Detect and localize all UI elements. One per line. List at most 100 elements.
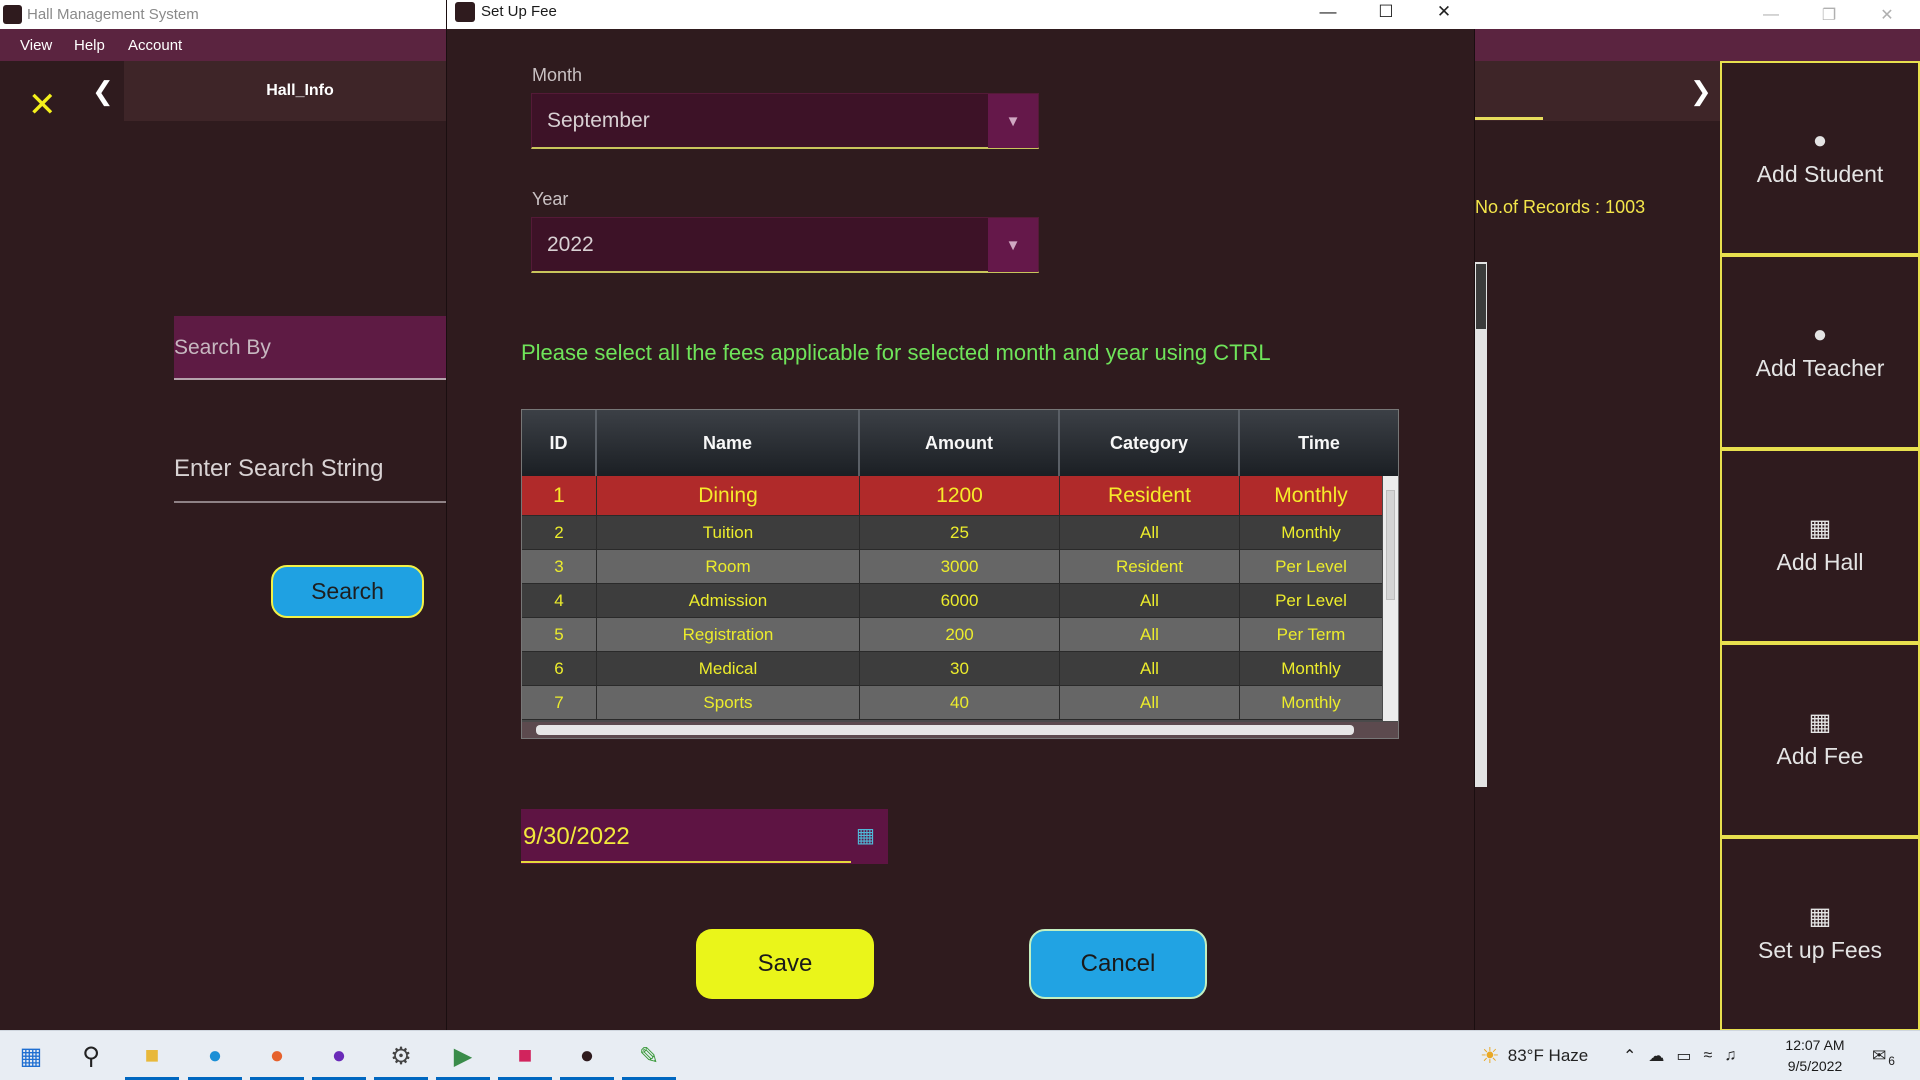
notification-count: 6 [1888,1054,1895,1068]
settings-icon[interactable]: ⚙ [384,1039,418,1073]
table-icon: ▦ [1808,902,1832,930]
notification-center[interactable]: ✉ 6 [1872,1031,1895,1080]
search-input[interactable]: Enter Search String [174,455,446,503]
weather-widget[interactable]: ☀ 83°F Haze [1480,1031,1588,1080]
cell-amount: 1200 [860,476,1060,515]
cell-id: 5 [522,618,597,651]
column-header-name[interactable]: Name [597,410,860,476]
battery-icon[interactable]: ▭ [1676,1046,1691,1066]
save-button[interactable]: Save [696,929,874,999]
table-horizontal-scrollbar[interactable] [522,722,1398,738]
menu-help[interactable]: Help [74,37,105,54]
table-row[interactable]: 5 Registration 200 All Per Term [522,618,1382,652]
maximize-icon[interactable]: ☐ [1357,0,1415,24]
column-header-category[interactable]: Category [1060,410,1240,476]
table-icon: ▦ [1808,514,1832,542]
save-button-label: Save [757,950,813,977]
table-row[interactable]: 1 Dining 1200 Resident Monthly [522,476,1382,516]
volume-icon[interactable]: ♫ [1724,1047,1736,1065]
table-row[interactable]: 6 Medical 30 All Monthly [522,652,1382,686]
cell-name: Dining [597,476,860,515]
hall-management-app-icon[interactable]: ● [570,1039,604,1073]
search-by-combo[interactable]: Search By [174,316,446,380]
set-up-fees-button[interactable]: ▦ Set up Fees [1720,837,1920,1031]
add-fee-label: Add Fee [1776,742,1864,769]
windows-start-icon[interactable]: ▦ [14,1039,48,1073]
table-row[interactable]: 2 Tuition 25 All Monthly [522,516,1382,550]
cell-amount: 200 [860,618,1060,651]
cell-category: Resident [1060,476,1240,515]
cancel-button[interactable]: Cancel [1029,929,1207,999]
calendar-icon[interactable]: ▦ [856,825,878,847]
table-row[interactable]: 7 Sports 40 All Monthly [522,686,1382,720]
column-header-amount[interactable]: Amount [860,410,1060,476]
clock[interactable]: 12:07 AM 9/5/2022 [1775,1035,1855,1077]
cell-amount: 40 [860,686,1060,719]
cell-category: All [1060,686,1240,719]
add-student-button[interactable]: ● Add Student [1720,61,1920,255]
firefox-icon[interactable]: ● [260,1039,294,1073]
month-select[interactable]: September ▼ [531,93,1039,149]
add-teacher-label: Add Teacher [1755,354,1885,381]
file-explorer-icon[interactable]: ■ [135,1039,169,1073]
cell-id: 7 [522,686,597,719]
image-editor-icon[interactable]: ✎ [632,1039,666,1073]
table-icon: ▦ [1808,708,1832,736]
cell-time: Monthly [1281,692,1341,712]
intellij-icon[interactable]: ■ [508,1039,542,1073]
add-teacher-button[interactable]: ● Add Teacher [1720,255,1920,449]
media-app-icon[interactable]: ▶ [446,1039,480,1073]
fees-table[interactable]: ID Name Amount Category Time 1 Dining 12… [521,409,1399,739]
table-row[interactable]: 4 Admission 6000 All Per Level [522,584,1382,618]
app-logo-icon [3,5,22,24]
app-title: Hall Management System [27,6,199,23]
user-icon: ● [1812,126,1828,154]
clock-time: 12:07 AM [1785,1037,1845,1053]
due-date-picker[interactable]: 9/30/2022 ▦ [521,809,888,864]
column-header-id[interactable]: ID [522,410,597,476]
cell-id: 2 [522,516,597,549]
tab-hall-info[interactable]: Hall_Info [124,61,446,121]
restore-icon[interactable]: ❐ [1800,0,1858,29]
onedrive-icon[interactable]: ☁ [1648,1046,1664,1066]
search-button[interactable]: Search [271,565,424,618]
chevron-right-icon[interactable]: ❯ [1690,76,1712,107]
cell-amount: 25 [860,516,1060,549]
cell-category: All [1060,516,1240,549]
chevron-left-icon[interactable]: ❮ [92,76,114,107]
cell-time: Monthly [1274,483,1348,507]
cell-name: Sports [597,686,860,719]
tab-underline [1475,117,1543,120]
wifi-icon[interactable]: ≈ [1704,1047,1713,1065]
close-icon[interactable]: ✕ [28,88,57,122]
menu-account[interactable]: Account [128,37,182,54]
minimize-icon[interactable]: — [1299,0,1357,24]
add-fee-button[interactable]: ▦ Add Fee [1720,643,1920,837]
cell-id: 1 [522,476,597,515]
column-header-time[interactable]: Time [1240,410,1398,476]
weather-text: 83°F Haze [1507,1046,1589,1065]
edge-icon[interactable]: ● [198,1039,232,1073]
table-row[interactable]: 3 Room 3000 Resident Per Level [522,550,1382,584]
close-dialog-icon[interactable]: ✕ [1415,0,1473,24]
main-scrollbar-thumb[interactable] [1476,264,1486,329]
menu-view[interactable]: View [20,37,52,54]
cell-time: Monthly [1281,522,1341,542]
close-window-icon[interactable]: ✕ [1858,0,1916,29]
chevron-up-icon[interactable]: ⌃ [1623,1046,1636,1066]
table-horizontal-scrollbar-thumb[interactable] [536,725,1354,735]
table-vertical-scrollbar[interactable] [1383,476,1398,721]
cell-category: All [1060,652,1240,685]
minimize-icon[interactable]: — [1742,0,1800,29]
main-scrollbar[interactable] [1475,262,1487,787]
cell-time: Per Level [1275,590,1347,610]
github-desktop-icon[interactable]: ● [322,1039,356,1073]
cell-name: Room [597,550,860,583]
chevron-down-icon[interactable]: ▼ [988,94,1038,148]
table-vertical-scrollbar-thumb[interactable] [1386,490,1395,600]
search-by-label: Search By [174,336,271,359]
year-select[interactable]: 2022 ▼ [531,217,1039,273]
add-hall-button[interactable]: ▦ Add Hall [1720,449,1920,643]
chevron-down-icon[interactable]: ▼ [988,218,1038,272]
search-icon[interactable]: ⚲ [74,1039,108,1073]
